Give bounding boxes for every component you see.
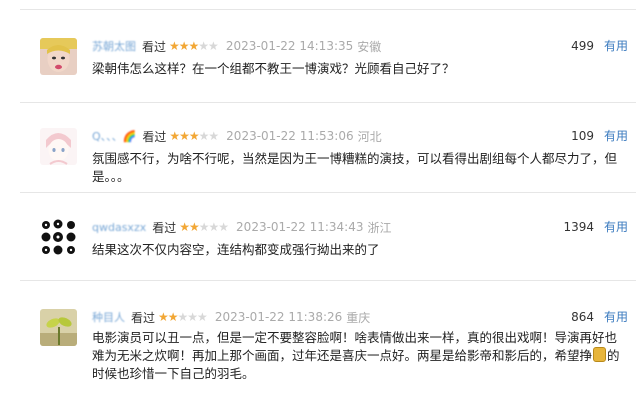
star-empty: ★★ bbox=[198, 129, 219, 143]
rating-stars: ★★★★★ bbox=[158, 310, 208, 324]
rating-stars: ★★★★★ bbox=[169, 129, 219, 143]
star-filled: ★★★ bbox=[169, 129, 199, 143]
star-empty: ★★★ bbox=[198, 220, 229, 234]
rating-stars: ★★★★★ bbox=[169, 39, 219, 53]
vote-count: 864 bbox=[571, 310, 594, 324]
username-link[interactable]: Q、、、🌈 bbox=[92, 128, 136, 144]
vote-count: 109 bbox=[571, 129, 594, 143]
star-filled: ★★ bbox=[158, 310, 178, 324]
top-divider bbox=[20, 9, 636, 10]
star-empty: ★★★ bbox=[177, 310, 208, 324]
comment-time: 2023-01-22 11:38:26 bbox=[214, 310, 343, 324]
comment-location: 安徽 bbox=[357, 39, 382, 54]
username-link[interactable]: qwdasxzx bbox=[92, 221, 146, 234]
useful-button[interactable]: 有用 bbox=[604, 128, 628, 144]
vote-count: 499 bbox=[571, 39, 594, 53]
star-filled: ★★★ bbox=[169, 39, 199, 53]
avatar[interactable] bbox=[40, 128, 77, 165]
avatar[interactable] bbox=[40, 38, 77, 75]
divider bbox=[20, 280, 636, 281]
comment-text: 梁朝伟怎么这样？在一个组都不教王一博演戏？光顾看自己好了？ bbox=[92, 61, 455, 76]
comment-time: 2023-01-22 11:53:06 bbox=[226, 129, 354, 143]
watched-label: 看过 bbox=[152, 220, 177, 235]
comment-text-part: 电影演员可以丑一点，但是一定不要整容脸啊！啥表情做出来一样，真的很出戏啊！导演再… bbox=[92, 330, 618, 363]
comment-text: 电影演员可以丑一点，但是一定不要整容脸啊！啥表情做出来一样，真的很出戏啊！导演再… bbox=[92, 329, 628, 383]
avatar[interactable] bbox=[40, 219, 77, 256]
watched-label: 看过 bbox=[131, 310, 156, 325]
comment-meta: Q、、、🌈 看过 ★★★★★ 2023-01-22 11:53:06 河北 bbox=[92, 128, 382, 144]
divider bbox=[20, 102, 636, 103]
useful-button[interactable]: 有用 bbox=[604, 219, 628, 235]
watched-label: 看过 bbox=[142, 129, 167, 144]
star-empty: ★★ bbox=[198, 39, 218, 53]
coin-icon bbox=[593, 347, 607, 362]
username-link[interactable]: 种目人 bbox=[92, 309, 125, 325]
comment-text: 氛围感不行，为啥不行呢，当然是因为王一博糟糕的演技，可以看得出剧组每个人都尽力了… bbox=[92, 151, 618, 184]
comment-text: 结果这次不仅内容空，连结构都变成强行拗出来的了 bbox=[92, 242, 380, 257]
comment-location: 重庆 bbox=[346, 310, 371, 325]
star-filled: ★★ bbox=[179, 220, 199, 234]
comment-location: 河北 bbox=[357, 129, 382, 144]
useful-button[interactable]: 有用 bbox=[604, 38, 628, 54]
divider bbox=[20, 192, 636, 193]
rating-stars: ★★★★★ bbox=[179, 220, 229, 234]
useful-button[interactable]: 有用 bbox=[604, 309, 628, 325]
comment-time: 2023-01-22 11:34:43 bbox=[236, 220, 364, 234]
comment-meta: qwdasxzx 看过 ★★★★★ 2023-01-22 11:34:43 浙江 bbox=[92, 219, 392, 235]
comment-time: 2023-01-22 14:13:35 bbox=[225, 39, 354, 53]
comment-location: 浙江 bbox=[367, 220, 392, 235]
avatar[interactable] bbox=[40, 309, 77, 346]
username-link[interactable]: 苏朝太图 bbox=[92, 38, 136, 54]
watched-label: 看过 bbox=[142, 39, 167, 54]
vote-count: 1394 bbox=[563, 220, 594, 234]
comment-meta: 种目人 看过 ★★★★★ 2023-01-22 11:38:26 重庆 bbox=[92, 309, 370, 325]
comment-meta: 苏朝太图 看过 ★★★★★ 2023-01-22 14:13:35 安徽 bbox=[92, 38, 381, 54]
